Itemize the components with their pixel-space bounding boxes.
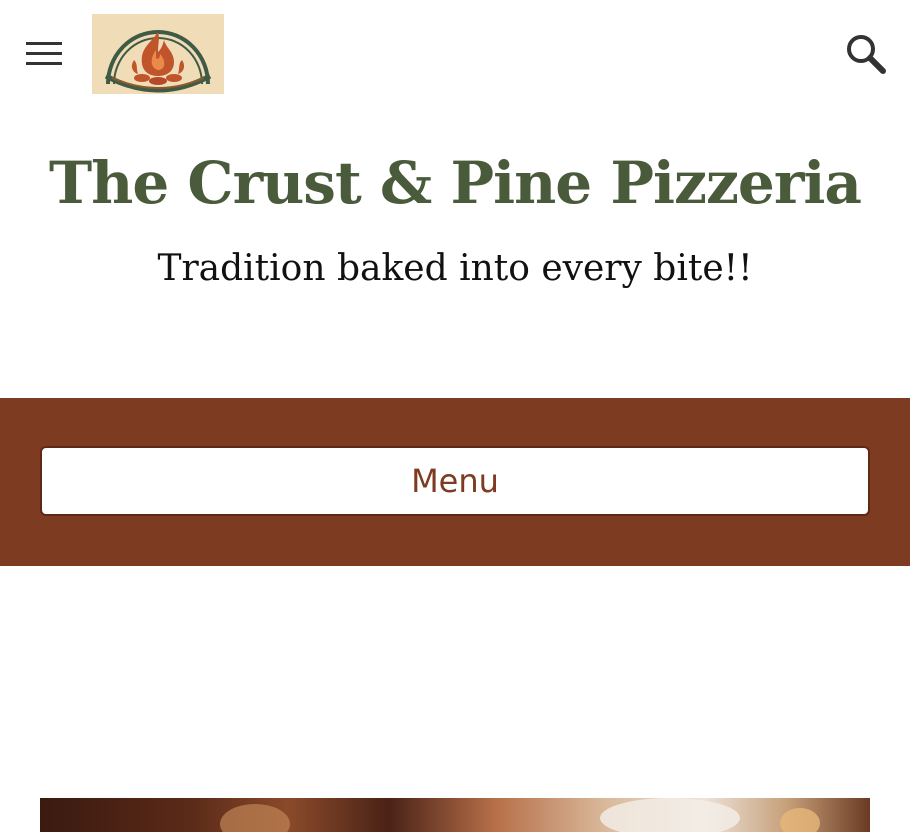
page: The Crust & Pine Pizzeria Tradition bake… xyxy=(0,0,910,832)
search-icon-glyph xyxy=(847,35,886,74)
hamburger-line xyxy=(26,42,62,45)
hamburger-menu-icon[interactable] xyxy=(26,40,62,68)
menu-band: Menu xyxy=(0,398,910,566)
photo-detail xyxy=(600,798,740,832)
wood-fired-oven-logo-icon xyxy=(104,30,212,93)
site-title: The Crust & Pine Pizzeria xyxy=(48,149,862,217)
site-logo[interactable] xyxy=(92,14,224,94)
photo-detail xyxy=(220,804,290,832)
hero-pizza-photo xyxy=(40,798,870,832)
site-tagline: Tradition baked into every bite!! xyxy=(157,248,753,289)
hamburger-line xyxy=(26,62,62,65)
hamburger-line xyxy=(26,52,62,55)
photo-detail xyxy=(780,808,820,832)
menu-button[interactable]: Menu xyxy=(40,446,870,516)
search-icon[interactable] xyxy=(842,30,890,78)
